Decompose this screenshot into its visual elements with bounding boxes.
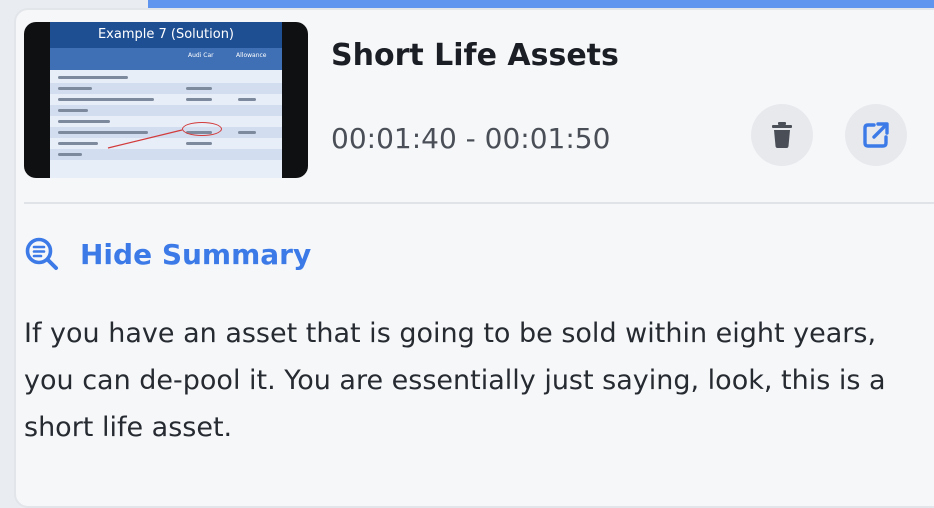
slide-arrow-annotation [107,129,183,149]
slide-row [50,94,282,105]
clip-thumbnail[interactable]: Example 7 (Solution) Audi Car Allowance [24,22,308,178]
delete-button[interactable] [751,104,813,166]
hide-summary-label: Hide Summary [80,237,312,271]
slide-col-2: Allowance [236,52,267,59]
slide-preview: Example 7 (Solution) Audi Car Allowance [50,22,282,178]
open-external-button[interactable] [845,104,907,166]
hide-summary-toggle[interactable]: Hide Summary [24,234,311,274]
slide-highlight-oval [182,122,222,136]
clip-title: Short Life Assets [331,38,619,73]
slide-title: Example 7 (Solution) [50,22,282,48]
clip-time-range: 00:01:40 - 00:01:50 [331,122,611,155]
slide-row [50,116,282,127]
trash-icon [772,122,792,148]
zoom-summary-icon [25,237,58,270]
slide-table-header: Audi Car Allowance [50,48,282,70]
slide-row [50,72,282,83]
card-divider [24,202,934,204]
slide-row [50,83,282,94]
slide-col-1: Audi Car [188,52,214,59]
summary-text: If you have an asset that is going to be… [24,318,886,443]
slide-row [50,105,282,116]
external-link-icon [863,122,889,148]
